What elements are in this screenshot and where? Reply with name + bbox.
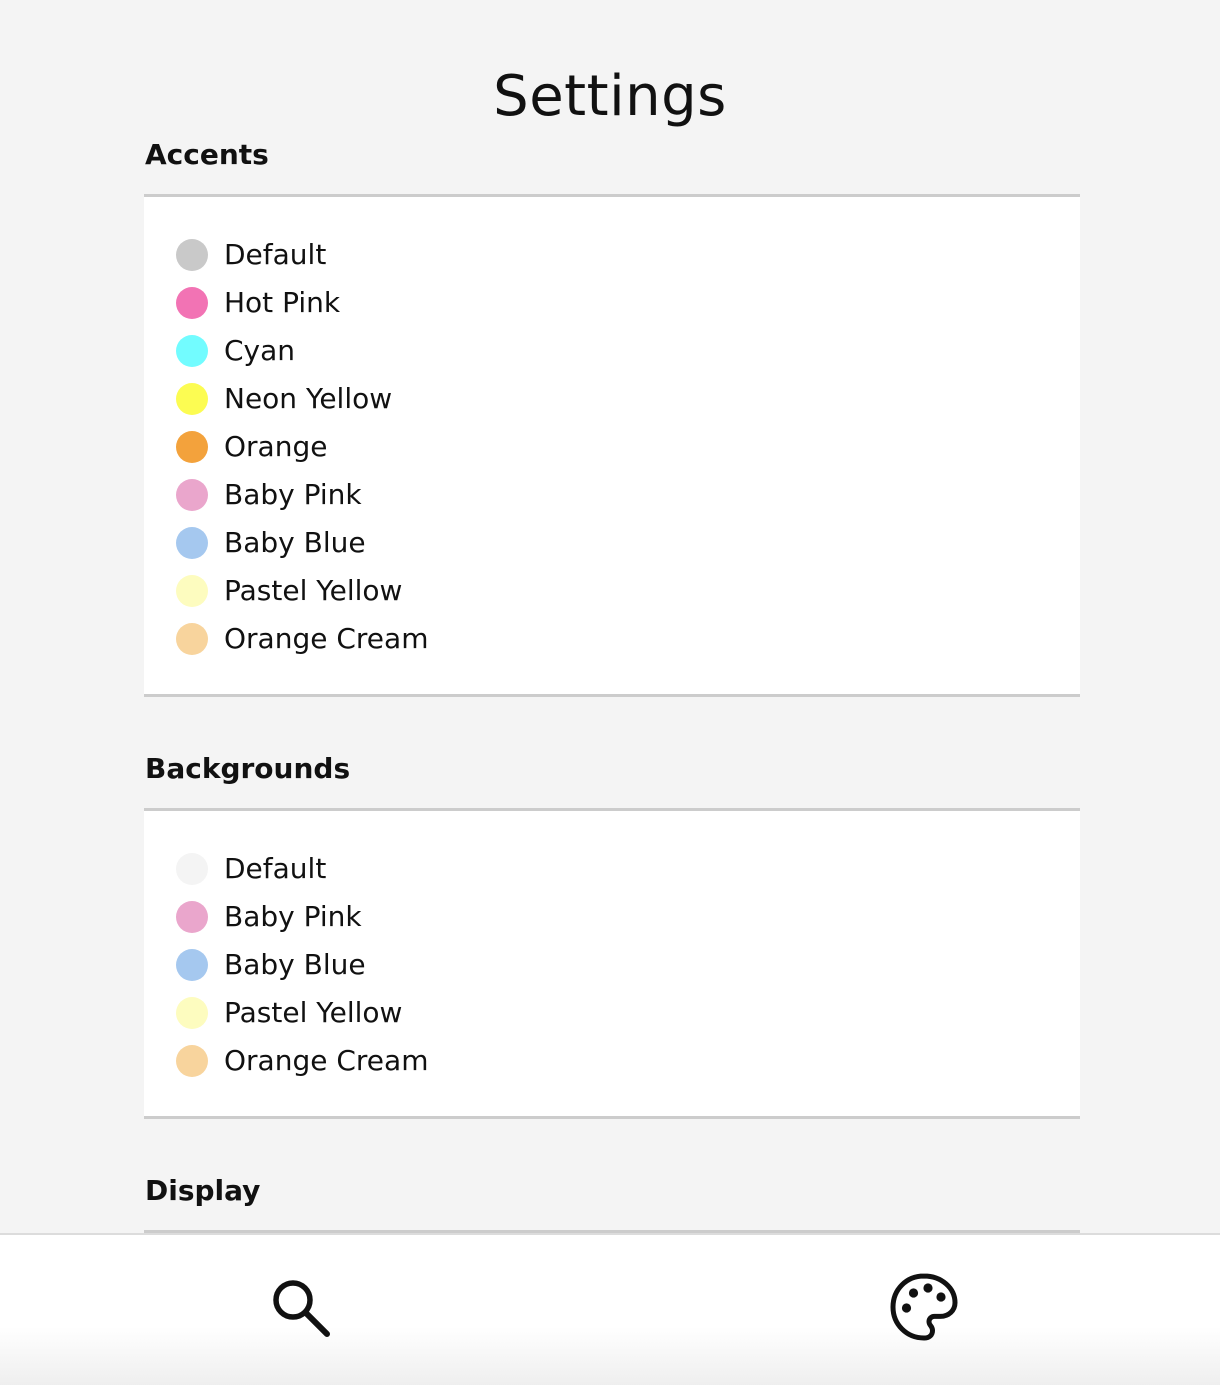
color-swatch-icon [176, 335, 208, 367]
display-heading: Display [145, 1174, 261, 1207]
accents-list: Default Hot Pink Cyan Neon Yellow Orange… [176, 231, 428, 663]
option-label: Cyan [224, 334, 296, 367]
background-option-pastel-yellow[interactable]: Pastel Yellow [176, 989, 428, 1037]
option-label: Orange Cream [224, 1044, 429, 1077]
option-label: Hot Pink [224, 286, 341, 319]
option-label: Baby Blue [224, 526, 366, 559]
backgrounds-panel: Default Baby Pink Baby Blue Pastel Yello… [144, 808, 1080, 1119]
accent-option-hot-pink[interactable]: Hot Pink [176, 279, 428, 327]
option-label: Pastel Yellow [224, 996, 403, 1029]
accents-panel: Default Hot Pink Cyan Neon Yellow Orange… [144, 194, 1080, 697]
color-swatch-icon [176, 949, 208, 981]
bottom-nav-bar [0, 1233, 1220, 1385]
color-swatch-icon [176, 623, 208, 655]
background-option-baby-pink[interactable]: Baby Pink [176, 893, 428, 941]
background-option-baby-blue[interactable]: Baby Blue [176, 941, 428, 989]
search-button[interactable] [262, 1269, 338, 1345]
option-label: Baby Pink [224, 478, 362, 511]
accent-option-baby-pink[interactable]: Baby Pink [176, 471, 428, 519]
palette-icon [890, 1273, 958, 1341]
accent-option-neon-yellow[interactable]: Neon Yellow [176, 375, 428, 423]
color-swatch-icon [176, 1045, 208, 1077]
search-icon [273, 1280, 330, 1337]
option-label: Default [224, 238, 327, 271]
accent-option-cyan[interactable]: Cyan [176, 327, 428, 375]
page-title: Settings [493, 64, 727, 129]
background-option-default[interactable]: Default [176, 845, 428, 893]
option-label: Pastel Yellow [224, 574, 403, 607]
accent-option-orange[interactable]: Orange [176, 423, 428, 471]
background-option-orange-cream[interactable]: Orange Cream [176, 1037, 428, 1085]
option-label: Neon Yellow [224, 382, 393, 415]
option-label: Orange Cream [224, 622, 429, 655]
color-swatch-icon [176, 901, 208, 933]
option-label: Orange [224, 430, 328, 463]
accents-heading: Accents [145, 138, 269, 171]
color-swatch-icon [176, 997, 208, 1029]
color-swatch-icon [176, 239, 208, 271]
color-swatch-icon [176, 431, 208, 463]
color-swatch-icon [176, 575, 208, 607]
palette-button[interactable] [886, 1269, 962, 1345]
color-swatch-icon [176, 383, 208, 415]
color-swatch-icon [176, 527, 208, 559]
backgrounds-heading: Backgrounds [145, 752, 351, 785]
color-swatch-icon [176, 853, 208, 885]
color-swatch-icon [176, 479, 208, 511]
color-swatch-icon [176, 287, 208, 319]
backgrounds-list: Default Baby Pink Baby Blue Pastel Yello… [176, 845, 428, 1085]
accent-option-baby-blue[interactable]: Baby Blue [176, 519, 428, 567]
accent-option-default[interactable]: Default [176, 231, 428, 279]
option-label: Baby Blue [224, 948, 366, 981]
option-label: Default [224, 852, 327, 885]
accent-option-orange-cream[interactable]: Orange Cream [176, 615, 428, 663]
option-label: Baby Pink [224, 900, 362, 933]
accent-option-pastel-yellow[interactable]: Pastel Yellow [176, 567, 428, 615]
